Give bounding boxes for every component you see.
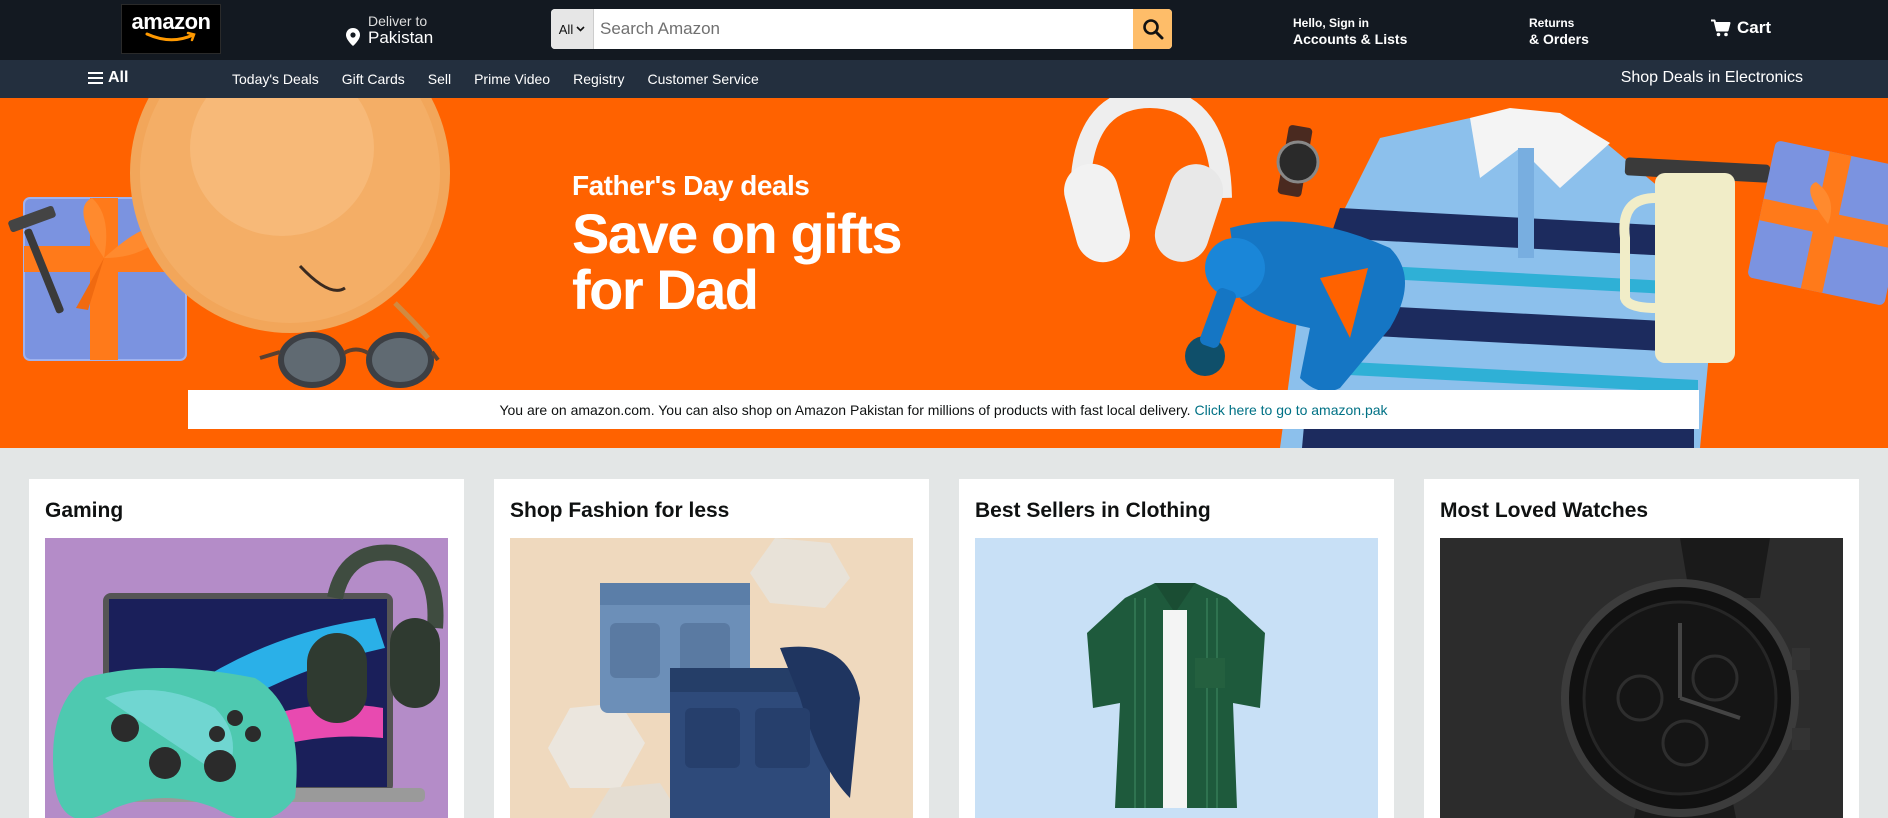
location-pin-icon [346, 28, 360, 46]
all-menu-label: All [108, 69, 129, 86]
clothing-shirt-image[interactable] [975, 538, 1378, 818]
locale-notice-banner: You are on amazon.com. You can also shop… [188, 390, 1699, 429]
account-and-lists[interactable]: Hello, Sign in Accounts & Lists [1293, 16, 1407, 47]
subnav-links: Today's Deals Gift Cards Sell Prime Vide… [232, 71, 782, 87]
sign-in-greeting: Hello, Sign in [1293, 16, 1370, 30]
deliver-country: Pakistan [368, 28, 434, 47]
black-watch-illustration [1440, 538, 1843, 818]
cart-label: Cart [1737, 18, 1772, 37]
hero-headline: Father's Day deals Save on gifts for Dad [572, 170, 952, 318]
search-input[interactable] [594, 9, 1133, 49]
fashion-jeans-image[interactable] [510, 538, 913, 818]
nav-link-registry[interactable]: Registry [573, 71, 624, 87]
returns-label: Returns [1529, 16, 1575, 30]
nav-link-sell[interactable]: Sell [428, 71, 451, 87]
search-category-select[interactable]: All [551, 9, 594, 49]
deliver-to-label: Deliver to [368, 13, 428, 29]
hamburger-menu-icon [88, 72, 103, 84]
card-most-loved-watches[interactable]: Most Loved Watches [1424, 479, 1859, 818]
card-title: Shop Fashion for less [510, 499, 730, 522]
top-navigation-bar: amazon Deliver to Pakistan All He [0, 0, 1888, 60]
card-title: Gaming [45, 499, 124, 522]
orders-label: & Orders [1529, 31, 1589, 47]
card-title: Most Loved Watches [1440, 499, 1649, 522]
category-cards-row: Gaming Shop Fashion for less Best Seller… [29, 479, 1859, 818]
hero-subtitle: Father's Day deals [572, 170, 810, 201]
nav-link-gift-cards[interactable]: Gift Cards [342, 71, 405, 87]
logo-text: amazon [131, 9, 211, 34]
all-menu-button[interactable]: All [88, 69, 128, 87]
go-to-amazon-pak-link[interactable]: Click here to go to amazon.pak [1195, 402, 1388, 418]
card-gaming[interactable]: Gaming [29, 479, 464, 818]
gaming-image[interactable] [45, 538, 448, 818]
sunglasses-image [259, 332, 440, 388]
search-button[interactable] [1133, 9, 1172, 49]
hero-banner[interactable]: Father's Day deals Save on gifts for Dad… [0, 98, 1888, 448]
nav-link-todays-deals[interactable]: Today's Deals [232, 71, 319, 87]
nav-link-prime-video[interactable]: Prime Video [474, 71, 550, 87]
headphones-image [1064, 98, 1232, 263]
gift-box-right-image [1748, 141, 1888, 305]
search-category-label: All [558, 21, 574, 37]
folded-jeans-illustration [510, 538, 913, 818]
returns-and-orders[interactable]: Returns & Orders [1529, 16, 1589, 47]
shop-deals-electronics-link[interactable]: Shop Deals in Electronics [1621, 69, 1803, 87]
card-best-sellers-clothing[interactable]: Best Sellers in Clothing [959, 479, 1394, 818]
chevron-down-icon [576, 26, 585, 32]
locale-notice-text: You are on amazon.com. You can also shop… [499, 401, 1191, 418]
amazon-logo[interactable]: amazon [121, 4, 221, 54]
gaming-products-illustration [45, 538, 448, 818]
secondary-navigation-bar: All Today's Deals Gift Cards Sell Prime … [0, 60, 1888, 98]
accounts-lists-label: Accounts & Lists [1293, 31, 1408, 47]
logo-smile-icon [145, 31, 196, 42]
hero-title: Save on gifts for Dad [572, 202, 903, 321]
watch-image[interactable] [1440, 538, 1843, 818]
green-shirt-illustration [975, 538, 1378, 818]
card-shop-fashion[interactable]: Shop Fashion for less [494, 479, 929, 818]
search-icon [1142, 19, 1163, 40]
search-bar: All [551, 9, 1172, 49]
cart-button[interactable]: Cart [1711, 18, 1771, 38]
cart-icon [1711, 19, 1731, 37]
nav-link-customer-service[interactable]: Customer Service [647, 71, 758, 87]
watch-small-image [1276, 125, 1320, 197]
card-title: Best Sellers in Clothing [975, 499, 1211, 522]
